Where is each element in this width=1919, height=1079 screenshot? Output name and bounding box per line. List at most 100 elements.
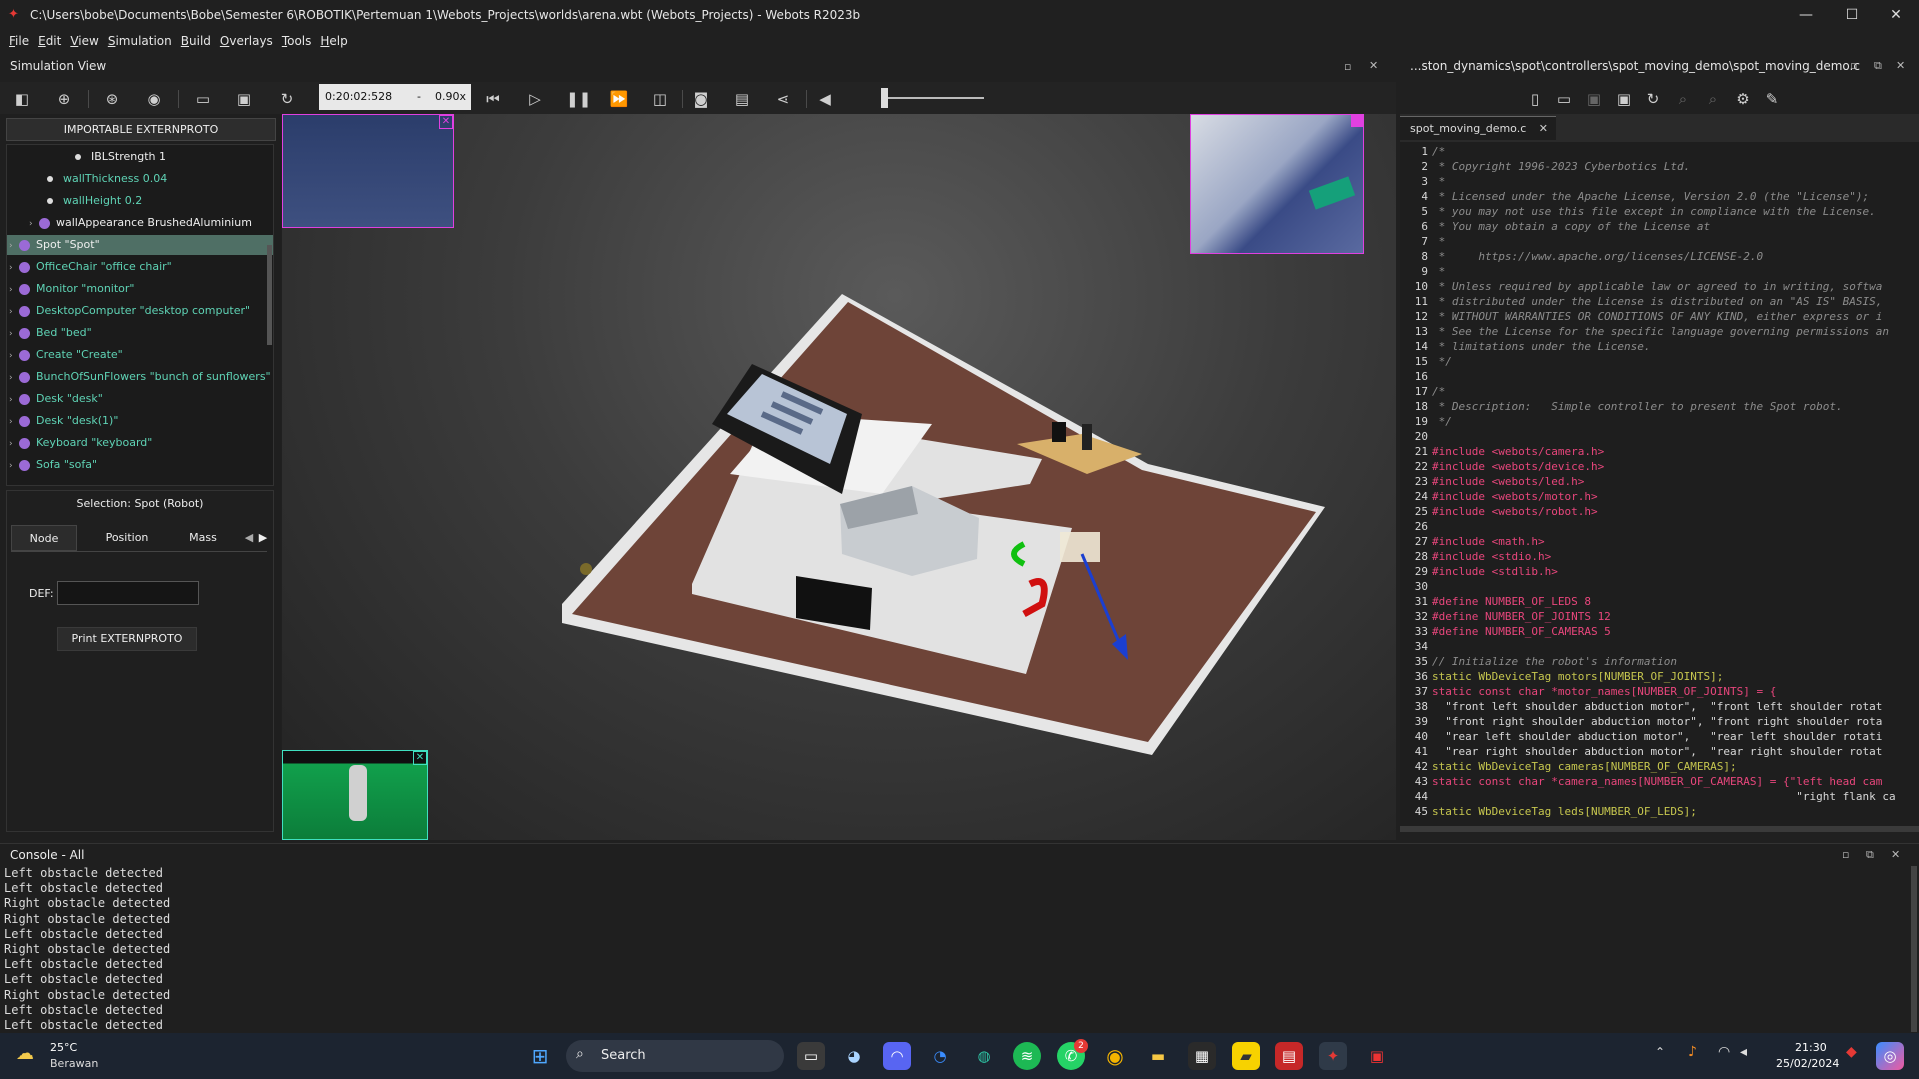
code-line[interactable]: 28 #include <stdio.h> — [1400, 549, 1551, 564]
code-app-icon[interactable]: ▣ — [1363, 1042, 1391, 1070]
steam-icon[interactable]: ◕ — [840, 1042, 868, 1070]
editor-horizontal-scrollbar[interactable] — [1400, 826, 1919, 832]
code-line[interactable]: 12 * WITHOUT WARRANTIES OR CONDITIONS OF… — [1400, 309, 1883, 324]
menu-file[interactable]: File — [9, 34, 29, 48]
code-line[interactable]: 41 "rear right shoulder abduction motor"… — [1400, 744, 1883, 759]
code-line[interactable]: 34 — [1400, 639, 1432, 654]
tab-scroll-right-icon[interactable]: ▶ — [257, 525, 269, 551]
store-icon[interactable]: ▦ — [1188, 1042, 1216, 1070]
overlay-close-icon-right[interactable] — [1351, 115, 1363, 127]
notification-bell-icon[interactable]: ◆ — [1846, 1044, 1857, 1060]
console-close-icon[interactable]: ✕ — [1891, 848, 1900, 861]
code-line[interactable]: 8 * https://www.apache.org/licenses/LICE… — [1400, 249, 1763, 264]
discord-icon[interactable]: ◠ — [883, 1042, 911, 1070]
save-world-icon[interactable]: ▣ — [233, 88, 255, 110]
tree-row-wallthickness[interactable]: wallThickness 0.04 — [47, 169, 167, 189]
code-line[interactable]: 10 * Unless required by applicable law o… — [1400, 279, 1883, 294]
clean-icon[interactable]: ✎ — [1761, 88, 1783, 110]
console-undock-icon[interactable]: ⧉ — [1866, 848, 1874, 862]
viewpoint-follow-icon[interactable]: ⊛ — [101, 88, 123, 110]
tree-row-wallheight[interactable]: wallHeight 0.2 — [47, 191, 142, 211]
code-line[interactable]: 42 static WbDeviceTag cameras[NUMBER_OF_C… — [1400, 759, 1737, 774]
code-line[interactable]: 37 static const char *motor_names[NUMBER_… — [1400, 684, 1777, 699]
code-line[interactable]: 29 #include <stdlib.h> — [1400, 564, 1558, 579]
menu-simulation[interactable]: Simulation — [108, 34, 172, 48]
save-all-icon[interactable]: ▣ — [1613, 88, 1635, 110]
editor-undock-icon[interactable]: ⧉ — [1874, 59, 1882, 73]
clock-date[interactable]: 25/02/2024 — [1776, 1057, 1839, 1070]
code-line[interactable]: 17 /* — [1400, 384, 1446, 399]
tab-scroll-left-icon[interactable]: ◀ — [243, 525, 255, 551]
volume-slider-handle[interactable] — [881, 88, 888, 108]
tree-row-keyboard[interactable]: › Keyboard "keyboard" — [9, 433, 152, 453]
code-line[interactable]: 31 #define NUMBER_OF_LEDS 8 — [1400, 594, 1591, 609]
app-blue-icon[interactable]: ◔ — [926, 1042, 954, 1070]
fast-forward-icon[interactable]: ⏩ — [608, 88, 630, 110]
code-line[interactable]: 33 #define NUMBER_OF_CAMERAS 5 — [1400, 624, 1611, 639]
maximize-button[interactable]: ☐ — [1829, 0, 1875, 30]
volume-icon[interactable]: ◂ — [1740, 1044, 1747, 1060]
save-file-icon[interactable]: ▣ — [1583, 88, 1605, 110]
code-line[interactable]: 19 */ — [1400, 414, 1452, 429]
code-line[interactable]: 27 #include <math.h> — [1400, 534, 1545, 549]
code-line[interactable]: 35 // Initialize the robot's information — [1400, 654, 1677, 669]
voicemeeter-icon[interactable]: ▤ — [1275, 1042, 1303, 1070]
code-line[interactable]: 24 #include <webots/motor.h> — [1400, 489, 1598, 504]
reload-world-icon[interactable]: ↻ — [276, 88, 298, 110]
code-line[interactable]: 14 * limitations under the License. — [1400, 339, 1651, 354]
close-panel-icon[interactable]: ✕ — [1369, 59, 1378, 72]
tree-row-iblstrength[interactable]: IBLStrength 1 — [75, 147, 166, 167]
tray-overflow-icon[interactable]: ⌃ — [1655, 1045, 1665, 1059]
tree-row-officechair[interactable]: › OfficeChair "office chair" — [9, 257, 172, 277]
code-line[interactable]: 13 * See the License for the specific la… — [1400, 324, 1889, 339]
new-file-icon[interactable]: ▯ — [1524, 88, 1546, 110]
editor-minimize-icon[interactable]: ▫ — [1850, 59, 1857, 72]
overlay-bottom-close-icon[interactable]: ✕ — [413, 751, 427, 765]
sticky-notes-icon[interactable]: ▰ — [1232, 1042, 1260, 1070]
tree-row-desk-1[interactable]: › Desk "desk(1)" — [9, 411, 118, 431]
code-line[interactable]: 5 * you may not use this file except in … — [1400, 204, 1875, 219]
code-line[interactable]: 3 * — [1400, 174, 1445, 189]
code-line[interactable]: 26 — [1400, 519, 1432, 534]
share-icon[interactable]: ⋖ — [772, 88, 794, 110]
tab-position[interactable]: Position — [87, 525, 167, 551]
mute-icon[interactable]: ◀ — [814, 88, 836, 110]
code-line[interactable]: 6 * You may obtain a copy of the License… — [1400, 219, 1710, 234]
build-settings-icon[interactable]: ⚙ — [1732, 88, 1754, 110]
tree-row-sunflowers[interactable]: › BunchOfSunFlowers "bunch of sunflowers" — [9, 367, 271, 387]
minimize-button[interactable]: — — [1783, 0, 1829, 30]
tree-row-bed[interactable]: › Bed "bed" — [9, 323, 92, 343]
menu-build[interactable]: Build — [181, 34, 211, 48]
menu-help[interactable]: Help — [320, 34, 347, 48]
code-line[interactable]: 4 * Licensed under the Apache License, V… — [1400, 189, 1869, 204]
code-line[interactable]: 21 #include <webots/camera.h> — [1400, 444, 1604, 459]
undock-icon[interactable]: ▫ — [1344, 60, 1351, 73]
camera-overlay-right[interactable] — [1190, 114, 1364, 254]
microphone-icon[interactable]: ♪ — [1688, 1044, 1697, 1060]
close-window-button[interactable]: ✕ — [1873, 0, 1919, 30]
screenshot-icon[interactable]: ◙ — [690, 88, 712, 110]
code-line[interactable]: 39 "front right shoulder abduction motor… — [1400, 714, 1883, 729]
tab-close-icon[interactable]: ✕ — [1539, 117, 1548, 141]
chrome-icon[interactable]: ◉ — [1101, 1042, 1129, 1070]
code-line[interactable]: 30 — [1400, 579, 1432, 594]
add-node-icon[interactable]: ⊕ — [53, 88, 75, 110]
open-file-icon[interactable]: ▭ — [1553, 88, 1575, 110]
edge-icon[interactable]: ◍ — [970, 1042, 998, 1070]
code-line[interactable]: 25 #include <webots/robot.h> — [1400, 504, 1598, 519]
menu-view[interactable]: View — [70, 34, 98, 48]
3d-viewport[interactable]: ✕ ✕ — [282, 114, 1396, 840]
print-externproto-button[interactable]: Print EXTERNPROTO — [57, 627, 197, 651]
camera-overlay-bottom[interactable]: ✕ — [282, 750, 428, 840]
code-line[interactable]: 43 static const char *camera_names[NUMBER… — [1400, 774, 1883, 789]
menu-edit[interactable]: Edit — [38, 34, 61, 48]
task-view-icon[interactable]: ▭ — [797, 1042, 825, 1070]
step-icon[interactable]: ▷ — [524, 88, 546, 110]
code-line[interactable]: 44 "right flank ca — [1400, 789, 1896, 804]
wifi-icon[interactable]: ◠ — [1718, 1044, 1730, 1060]
code-line[interactable]: 7 * — [1400, 234, 1445, 249]
reset-simulation-icon[interactable]: ⏮ — [482, 88, 504, 110]
code-line[interactable]: 18 * Description: Simple controller to p… — [1400, 399, 1843, 414]
menu-overlays[interactable]: Overlays — [220, 34, 273, 48]
weather-icon[interactable]: ☁ — [16, 1043, 42, 1067]
